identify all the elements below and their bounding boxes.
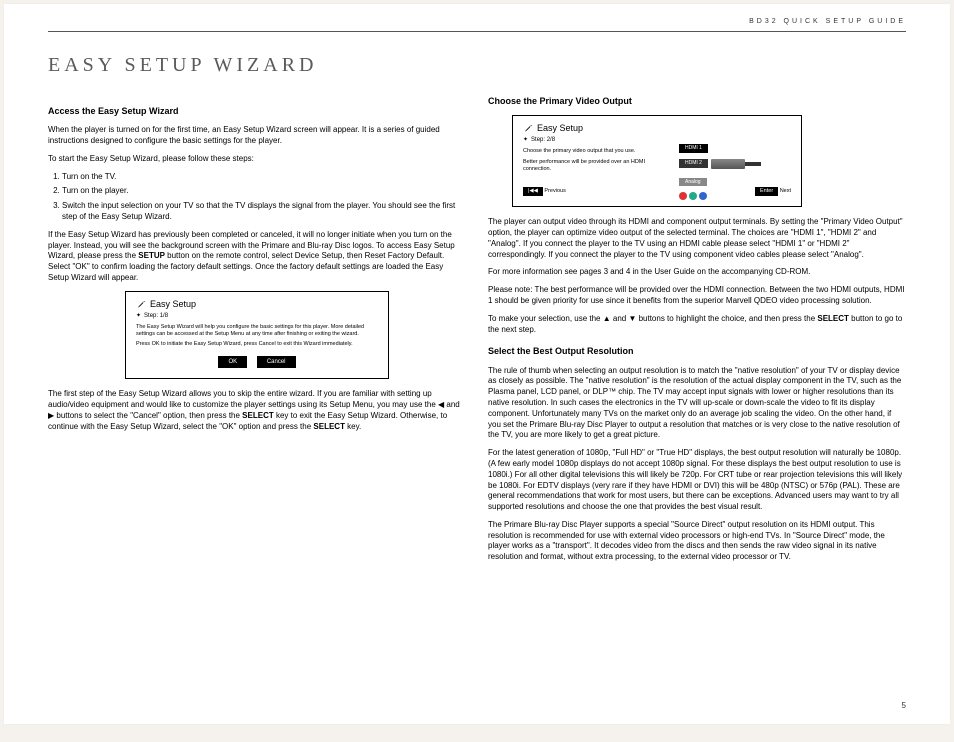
page: BD32 QUICK SETUP GUIDE Easy Setup Wizard… [4, 4, 950, 724]
para: To make your selection, use the ▲ and ▼ … [488, 314, 906, 336]
page-title: Easy Setup Wizard [48, 54, 906, 77]
left-column: Access the Easy Setup Wizard When the pl… [48, 95, 466, 570]
wrench-icon [523, 123, 533, 133]
heading-resolution: Select the Best Output Resolution [488, 345, 906, 357]
dialog-body: The Easy Setup Wizard will help you conf… [136, 324, 378, 348]
easy-setup-dialog-step2: Easy Setup ✦ Step: 2/8 Choose the primar… [512, 115, 802, 207]
hdmi-plug-icon [711, 159, 745, 169]
para: For the latest generation of 1080p, "Ful… [488, 448, 906, 513]
para: Please note: The best performance will b… [488, 285, 906, 307]
right-column: Choose the Primary Video Output Easy Set… [488, 95, 906, 570]
content-columns: Access the Easy Setup Wizard When the pl… [48, 95, 906, 570]
gear-icon: ✦ [136, 312, 141, 320]
dialog-buttons: OK Cancel [136, 356, 378, 368]
step-item: Turn on the TV. [62, 172, 466, 183]
video-output-options: HDMI 1 HDMI 2 Analog [679, 144, 789, 204]
para: The player can output video through its … [488, 217, 906, 260]
rca-icon [679, 192, 707, 200]
ok-button[interactable]: OK [218, 356, 247, 368]
prev-icon: |◀◀ [523, 187, 543, 196]
heading-choose-output: Choose the Primary Video Output [488, 95, 906, 107]
dialog-title: Easy Setup [523, 122, 791, 134]
step-item: Switch the input selection on your TV so… [62, 201, 466, 223]
option-hdmi1[interactable]: HDMI 1 [679, 144, 789, 155]
cancel-button[interactable]: Cancel [257, 356, 296, 368]
wrench-icon [136, 299, 146, 309]
dialog-title: Easy Setup [136, 298, 378, 310]
gear-icon: ✦ [523, 136, 528, 144]
dialog-step: ✦ Step: 2/8 [523, 136, 673, 144]
easy-setup-dialog-step1: Easy Setup ✦ Step: 1/8 The Easy Setup Wi… [125, 291, 389, 380]
step-item: Turn on the player. [62, 186, 466, 197]
dialog-step: ✦ Step: 1/8 [136, 312, 378, 320]
para: If the Easy Setup Wizard has previously … [48, 230, 466, 284]
option-analog[interactable]: Analog [679, 178, 789, 189]
option-hdmi2[interactable]: HDMI 2 [679, 159, 789, 170]
para: For more information see pages 3 and 4 i… [488, 267, 906, 278]
document-header: BD32 QUICK SETUP GUIDE [48, 18, 906, 32]
page-number: 5 [902, 701, 906, 710]
heading-access: Access the Easy Setup Wizard [48, 105, 466, 117]
nav-previous[interactable]: |◀◀ Previous [523, 187, 566, 196]
para: The rule of thumb when selecting an outp… [488, 366, 906, 442]
para: When the player is turned on for the fir… [48, 125, 466, 147]
para: The first step of the Easy Setup Wizard … [48, 389, 466, 432]
para: The Primare Blu-ray Disc Player supports… [488, 520, 906, 563]
component-plugs [679, 192, 789, 200]
dialog-body: Choose the primary video output that you… [523, 148, 673, 172]
para: To start the Easy Setup Wizard, please f… [48, 154, 466, 165]
numbered-steps: Turn on the TV. Turn on the player. Swit… [62, 172, 466, 223]
